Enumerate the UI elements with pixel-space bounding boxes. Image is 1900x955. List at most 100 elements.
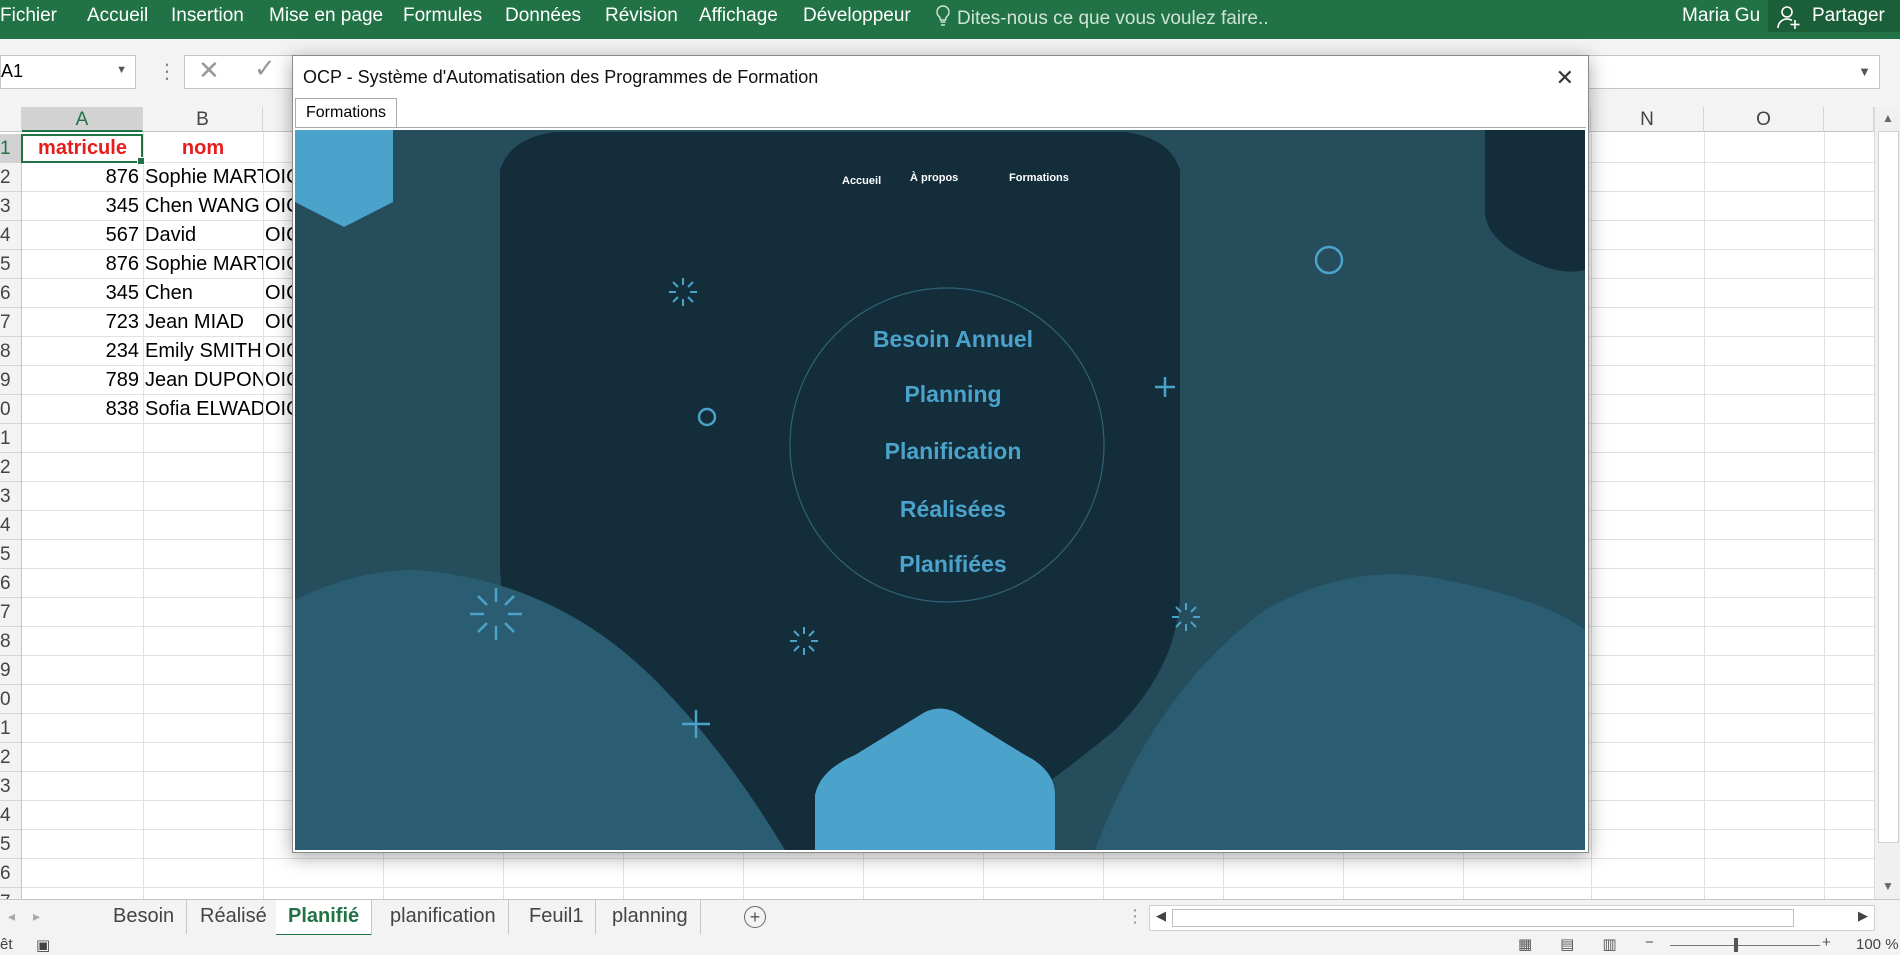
cell-matricule[interactable]: 345 bbox=[22, 192, 139, 221]
sheet-tab-planifie[interactable]: Planifié bbox=[276, 900, 373, 937]
cell-matricule[interactable]: 234 bbox=[22, 337, 139, 366]
row-header[interactable]: 4 bbox=[0, 221, 22, 250]
row-header[interactable]: 8 bbox=[0, 337, 22, 366]
row-header[interactable]: 2 bbox=[0, 743, 22, 772]
row-header[interactable]: 3 bbox=[0, 192, 22, 221]
cell-nom[interactable]: Jean MIAD bbox=[145, 308, 263, 337]
row-header[interactable]: 0 bbox=[0, 395, 22, 424]
scroll-up-icon[interactable]: ▲ bbox=[1882, 111, 1894, 125]
column-header-a[interactable]: A bbox=[22, 107, 143, 132]
cell-matricule[interactable]: 345 bbox=[22, 279, 139, 308]
tab-fichier[interactable]: Fichier bbox=[0, 5, 57, 27]
cell-matricule[interactable]: 567 bbox=[22, 221, 139, 250]
zoom-in-icon[interactable]: + bbox=[1822, 934, 1831, 951]
cell-c[interactable]: OIC bbox=[265, 163, 295, 192]
select-all-corner[interactable] bbox=[0, 107, 22, 132]
tab-accueil[interactable]: Accueil bbox=[87, 5, 148, 27]
row-header[interactable]: 8 bbox=[0, 627, 22, 656]
tab-donnees[interactable]: Données bbox=[505, 5, 581, 27]
cell-matricule[interactable]: 723 bbox=[22, 308, 139, 337]
horizontal-scrollbar[interactable]: ◀ ▶ bbox=[1149, 905, 1875, 931]
row-header[interactable]: 7 bbox=[0, 598, 22, 627]
tab-affichage[interactable]: Affichage bbox=[699, 5, 778, 27]
zoom-slider-knob[interactable] bbox=[1734, 938, 1738, 952]
row-header[interactable]: 6 bbox=[0, 569, 22, 598]
cell-nom[interactable]: Emily SMITH bbox=[145, 337, 263, 366]
user-name[interactable]: Maria Gu bbox=[1682, 5, 1760, 27]
add-sheet-icon[interactable]: + bbox=[744, 906, 766, 928]
row-header[interactable]: 4 bbox=[0, 801, 22, 830]
cell-c[interactable]: OIC bbox=[265, 395, 295, 424]
cell-c[interactable]: OIC bbox=[265, 250, 295, 279]
row-header[interactable]: 3 bbox=[0, 482, 22, 511]
tab-revision[interactable]: Révision bbox=[605, 5, 678, 27]
scroll-right-icon[interactable]: ▶ bbox=[1858, 908, 1868, 924]
nav-formations[interactable]: Formations bbox=[1009, 172, 1069, 184]
menu-realisees[interactable]: Réalisées bbox=[795, 496, 1111, 523]
vertical-scroll-thumb[interactable] bbox=[1878, 131, 1899, 843]
cell-c[interactable]: OIC bbox=[265, 308, 295, 337]
cell-matricule[interactable]: 789 bbox=[22, 366, 139, 395]
menu-besoin-annuel[interactable]: Besoin Annuel bbox=[795, 326, 1111, 353]
cell-nom[interactable]: Chen WANG bbox=[145, 192, 263, 221]
column-header-o[interactable]: O bbox=[1704, 107, 1824, 132]
row-header[interactable]: 0 bbox=[0, 685, 22, 714]
row-header[interactable]: 5 bbox=[0, 540, 22, 569]
cancel-entry-icon[interactable]: ✕ bbox=[198, 55, 220, 86]
cell-matricule[interactable]: 876 bbox=[22, 163, 139, 192]
row-header[interactable]: 5 bbox=[0, 830, 22, 859]
cell-c[interactable]: OIC bbox=[265, 279, 295, 308]
cell-matricule[interactable]: 838 bbox=[22, 395, 139, 424]
column-header-n[interactable]: N bbox=[1591, 107, 1704, 132]
row-header[interactable]: 9 bbox=[0, 366, 22, 395]
tab-split-grip[interactable]: ⋮ bbox=[1126, 906, 1144, 927]
row-header[interactable]: 6 bbox=[0, 859, 22, 888]
cell-c[interactable]: OIC bbox=[265, 337, 295, 366]
menu-planifiees[interactable]: Planifiées bbox=[795, 551, 1111, 578]
view-buttons-icon[interactable]: ▦▤▥ bbox=[1518, 935, 1645, 953]
zoom-slider[interactable] bbox=[1670, 945, 1820, 946]
row-header[interactable]: 9 bbox=[0, 656, 22, 685]
sheet-nav-arrows-icon[interactable]: ◂▸ bbox=[8, 908, 58, 925]
name-box[interactable]: A1 ▼ bbox=[0, 55, 136, 89]
tell-me-box[interactable]: Dites-nous ce que vous voulez faire.. bbox=[935, 5, 1269, 30]
cell-c[interactable]: OIC bbox=[265, 192, 295, 221]
chevron-down-icon[interactable]: ▼ bbox=[116, 64, 127, 76]
tab-formules[interactable]: Formules bbox=[403, 5, 482, 27]
cell-c[interactable]: OIC bbox=[265, 366, 295, 395]
vertical-scrollbar[interactable]: ▲ ▼ bbox=[1874, 107, 1900, 899]
cell-nom[interactable]: Sofia ELWAD bbox=[145, 395, 263, 424]
cell-nom[interactable]: Jean DUPON bbox=[145, 366, 263, 395]
row-header[interactable]: 6 bbox=[0, 279, 22, 308]
nav-accueil[interactable]: Accueil bbox=[842, 175, 881, 187]
confirm-entry-icon[interactable]: ✓ bbox=[254, 53, 276, 84]
column-header-next[interactable] bbox=[1824, 107, 1874, 132]
cell-nom[interactable]: David bbox=[145, 221, 263, 250]
cell-matricule[interactable]: 876 bbox=[22, 250, 139, 279]
zoom-out-icon[interactable]: − bbox=[1645, 934, 1654, 951]
row-header[interactable]: 3 bbox=[0, 772, 22, 801]
horizontal-scroll-thumb[interactable] bbox=[1172, 909, 1794, 927]
sheet-tab-realise[interactable]: Réalisé bbox=[188, 900, 280, 934]
macro-record-icon[interactable]: ▣ bbox=[36, 936, 50, 954]
tab-insertion[interactable]: Insertion bbox=[171, 5, 244, 27]
row-header[interactable]: 4 bbox=[0, 511, 22, 540]
expand-formula-icon[interactable]: ▼ bbox=[1858, 64, 1871, 79]
scroll-down-icon[interactable]: ▼ bbox=[1882, 879, 1894, 893]
row-header[interactable]: 1 bbox=[0, 424, 22, 453]
zoom-level[interactable]: 100 % bbox=[1856, 936, 1899, 953]
close-icon[interactable]: ✕ bbox=[1556, 65, 1574, 91]
column-header-b[interactable]: B bbox=[143, 107, 263, 132]
row-header[interactable]: 1 bbox=[0, 134, 22, 163]
sheet-tab-besoin[interactable]: Besoin bbox=[101, 900, 188, 934]
search-icon[interactable] bbox=[295, 130, 325, 160]
nav-a-propos[interactable]: À propos bbox=[910, 172, 958, 184]
cell-nom[interactable]: Sophie MART bbox=[145, 250, 263, 279]
row-header[interactable]: 7 bbox=[0, 888, 22, 899]
tab-mise-en-page[interactable]: Mise en page bbox=[269, 5, 383, 27]
row-header[interactable]: 7 bbox=[0, 308, 22, 337]
scroll-left-icon[interactable]: ◀ bbox=[1156, 908, 1166, 924]
sheet-tab-planning[interactable]: planning bbox=[600, 900, 701, 934]
cell-b1[interactable]: nom bbox=[143, 134, 263, 163]
row-header[interactable]: 2 bbox=[0, 163, 22, 192]
